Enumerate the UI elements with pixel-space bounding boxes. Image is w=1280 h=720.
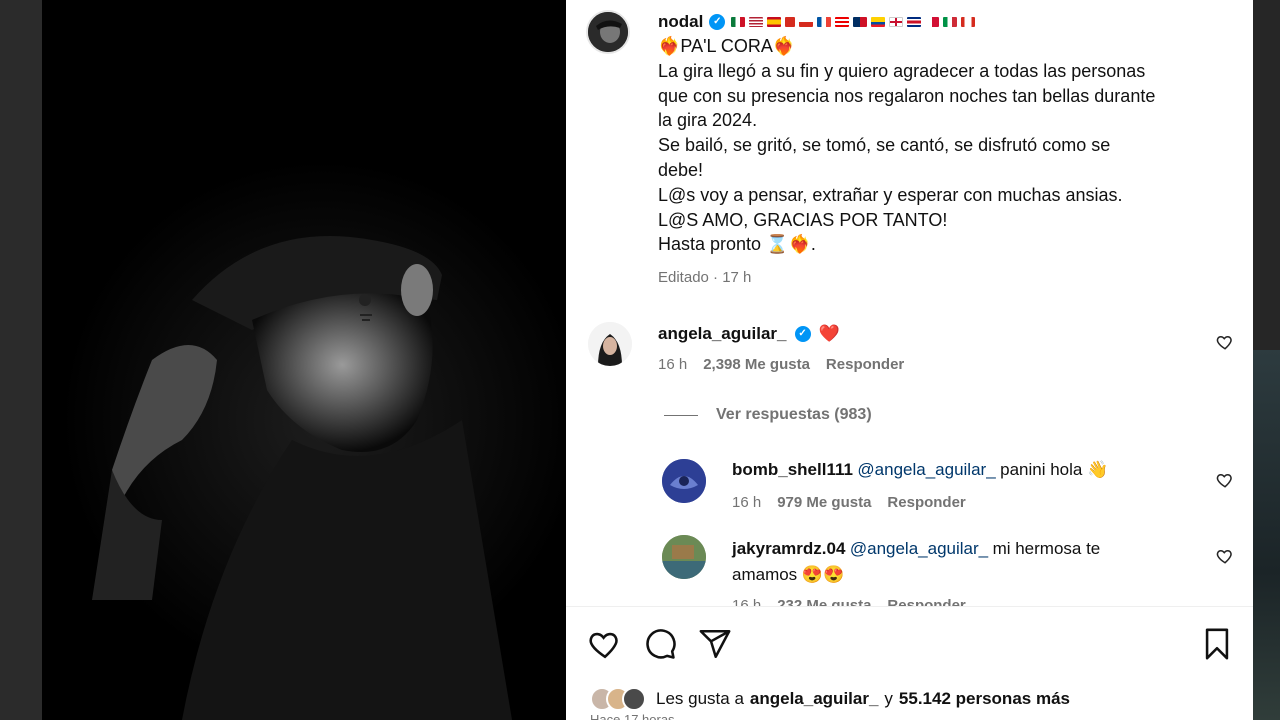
flag-us-icon	[749, 17, 764, 27]
post-actions-bar: Les gusta a angela_aguilar_ y 55.142 per…	[566, 606, 1253, 720]
comment-like-heart-icon[interactable]	[1216, 471, 1234, 489]
comment-time[interactable]: 16 h	[658, 356, 687, 373]
comment-like-heart-icon[interactable]	[1216, 333, 1234, 351]
comment-item: jakyramrdz.04 @angela_aguilar_ mi hermos…	[732, 536, 1202, 606]
caption-line: ❤️‍🔥PA'L CORA❤️‍🔥	[658, 36, 796, 56]
comment-like-count[interactable]: 232 Me gusta	[777, 597, 871, 606]
flag-ch-icon	[785, 17, 796, 27]
liker-avatar	[622, 687, 646, 711]
likes-count-link[interactable]: 55.142 personas más	[899, 689, 1070, 709]
like-heart-icon[interactable]	[588, 627, 622, 661]
reply-button[interactable]: Responder	[826, 356, 904, 373]
flag-ca-icon	[961, 17, 976, 27]
flag-mx-icon	[731, 17, 746, 27]
verified-badge-icon: ✓	[709, 14, 726, 30]
flag-ec-icon	[871, 17, 886, 27]
view-replies-button[interactable]: Ver respuestas (983)	[664, 406, 872, 424]
caption-header: nodal ✓	[658, 10, 1218, 34]
author-username[interactable]: nodal	[658, 12, 703, 32]
post-photo[interactable]	[42, 0, 566, 720]
caption-line: La gira llegó a su fin y quiero agradece…	[658, 60, 1146, 81]
flag-pr-icon	[835, 17, 850, 27]
comments-scroll-area[interactable]: nodal ✓	[566, 0, 1253, 606]
comment-username[interactable]: bomb_shell111	[732, 460, 853, 479]
comment-item: bomb_shell111 @angela_aguilar_ panini ho…	[732, 460, 1202, 511]
post-caption: nodal ✓	[658, 10, 1218, 286]
next-post-peek[interactable]	[1253, 350, 1280, 720]
post-time-footer: Hace 17 horas	[590, 712, 675, 720]
flag-gb-icon	[889, 17, 904, 27]
comment-like-count[interactable]: 2,398 Me gusta	[703, 356, 810, 373]
caption-line: debe!	[658, 159, 704, 180]
commenter-avatar[interactable]	[662, 535, 706, 579]
author-avatar[interactable]	[586, 10, 630, 54]
backdrop-shade	[1253, 0, 1280, 350]
flag-it-icon	[943, 17, 958, 27]
post-timestamp: Editado · 17 h	[658, 269, 752, 287]
commenter-avatar[interactable]	[588, 322, 632, 366]
comment-text-continued: amamos 😍😍	[732, 565, 845, 584]
comment-time[interactable]: 16 h	[732, 597, 761, 606]
bookmark-icon[interactable]	[1200, 627, 1234, 661]
flag-cr-icon	[907, 17, 922, 27]
view-replies-label: Ver respuestas (983)	[716, 406, 872, 423]
caption-line: L@S AMO, GRACIAS POR TANTO!	[658, 209, 948, 230]
flag-emojis	[731, 17, 976, 27]
comment-text: ❤️	[818, 324, 840, 343]
comment-mention-link[interactable]: @angela_aguilar_	[857, 460, 995, 479]
likes-prefix: Les gusta a	[656, 689, 744, 708]
liker-avatars	[590, 687, 646, 711]
commenter-avatar[interactable]	[662, 459, 706, 503]
comment-meta: 16 h 2,398 Me gusta Responder	[658, 356, 1178, 373]
comment-text: mi hermosa te	[992, 539, 1101, 558]
comment-icon[interactable]	[643, 627, 677, 661]
backdrop-left[interactable]	[0, 0, 42, 720]
comment-mention-link[interactable]: @angela_aguilar_	[850, 539, 988, 558]
caption-line: Se bailó, se gritó, se tomó, se cantó, s…	[658, 135, 1111, 156]
post-modal: nodal ✓	[42, 0, 1253, 720]
comment-text: panini hola 👋	[1000, 460, 1109, 479]
comment-username[interactable]: jakyramrdz.04	[732, 539, 845, 558]
photo-illustration	[42, 0, 566, 720]
caption-line: Hasta pronto ⌛❤️‍🔥.	[658, 234, 816, 255]
flag-fr-icon	[817, 17, 832, 27]
comment-meta: 16 h 232 Me gusta Responder	[732, 597, 1202, 606]
likes-joiner: y	[884, 689, 893, 708]
replies-divider	[664, 414, 698, 416]
likes-user-link[interactable]: angela_aguilar_	[750, 689, 879, 709]
comment-like-count[interactable]: 979 Me gusta	[777, 494, 871, 511]
comment-like-heart-icon[interactable]	[1216, 547, 1234, 565]
flag-do-icon	[853, 17, 868, 27]
flag-pa-icon	[925, 17, 940, 27]
flag-cl-icon	[799, 17, 814, 27]
comment-meta: 16 h 979 Me gusta Responder	[732, 494, 1202, 511]
likes-summary[interactable]: Les gusta a angela_aguilar_ y 55.142 per…	[590, 687, 1070, 711]
reply-button[interactable]: Responder	[887, 597, 965, 606]
flag-es-icon	[767, 17, 782, 27]
comment-time[interactable]: 16 h	[732, 494, 761, 511]
caption-line: que con su presencia nos regalaron noche…	[658, 85, 1156, 106]
caption-line: L@s voy a pensar, extrañar y esperar con…	[658, 184, 1123, 205]
comment-item: angela_aguilar_ ✓ ❤️ 16 h 2,398 Me gusta…	[658, 322, 1178, 373]
comment-username[interactable]: angela_aguilar_	[658, 324, 787, 344]
share-icon[interactable]	[698, 627, 732, 661]
screen: nodal ✓	[0, 0, 1280, 720]
caption-line: la gira 2024.	[658, 110, 758, 131]
post-details-panel: nodal ✓	[566, 0, 1253, 720]
verified-badge-icon: ✓	[794, 326, 811, 342]
backdrop-right[interactable]	[1253, 0, 1280, 720]
reply-button[interactable]: Responder	[887, 494, 965, 511]
